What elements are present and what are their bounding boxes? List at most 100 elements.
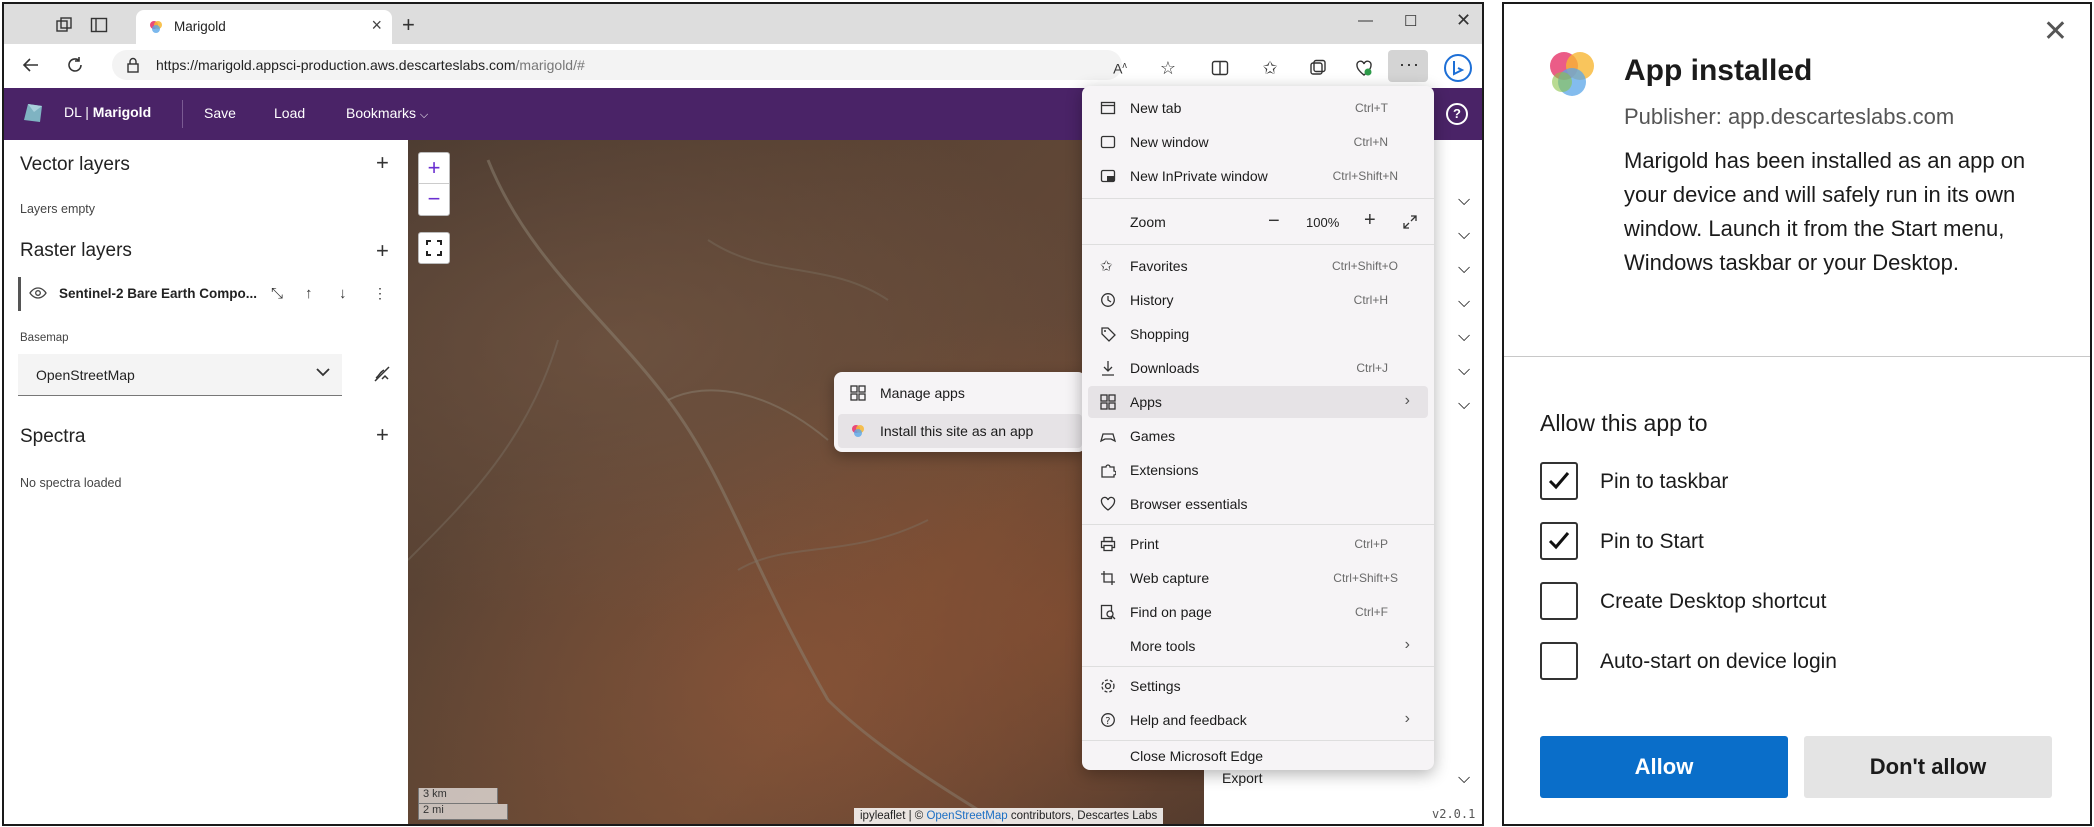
export-chevron-icon[interactable]: ⌵ xyxy=(1458,770,1470,788)
openstreetmap-link[interactable]: OpenStreetMap xyxy=(926,810,1007,822)
vector-layers-empty: Layers empty xyxy=(20,202,96,216)
extensions-puzzle-icon xyxy=(1100,462,1116,478)
menu-print[interactable]: Print Ctrl+P xyxy=(1088,528,1428,560)
basemap-select[interactable]: OpenStreetMap xyxy=(18,354,342,396)
chevron-down-icon xyxy=(316,367,330,377)
menu-browser-essentials[interactable]: Browser essentials xyxy=(1088,488,1428,520)
section-chevron-icon[interactable]: ⌵ xyxy=(1458,260,1470,278)
section-chevron-icon[interactable]: ⌵ xyxy=(1458,226,1470,244)
install-site-as-app-item[interactable]: Install this site as an app xyxy=(838,414,1082,448)
pin-start-label: Pin to Start xyxy=(1600,530,1704,553)
attribution-prefix: ipyleaflet | © xyxy=(860,810,927,822)
save-button[interactable]: Save xyxy=(204,105,236,121)
move-up-icon[interactable]: ↑ xyxy=(305,285,313,302)
checkbox-pin-to-start[interactable] xyxy=(1540,522,1578,560)
brand-name: Marigold xyxy=(92,104,152,120)
new-tab-icon xyxy=(1100,100,1116,116)
settings-and-more-button[interactable]: ··· xyxy=(1388,50,1428,82)
tab-close-icon[interactable]: × xyxy=(371,15,382,36)
zoom-out-button[interactable]: − xyxy=(419,184,449,215)
maximize-icon[interactable]: ☐ xyxy=(1404,12,1417,30)
section-chevron-icon[interactable]: ⌵ xyxy=(1458,192,1470,210)
section-chevron-icon[interactable]: ⌵ xyxy=(1458,396,1470,414)
load-button[interactable]: Load xyxy=(274,105,305,121)
favorites-label: Favorites xyxy=(1130,258,1188,274)
menu-more-tools[interactable]: More tools › xyxy=(1088,630,1428,662)
refresh-icon[interactable] xyxy=(64,54,86,76)
workspaces-icon[interactable] xyxy=(54,14,76,36)
marigold-favicon-icon xyxy=(148,19,164,35)
menu-new-inprivate-window[interactable]: New InPrivate window Ctrl+Shift+N xyxy=(1088,160,1428,192)
zoom-in-menu-button[interactable]: + xyxy=(1364,209,1376,232)
split-screen-icon[interactable] xyxy=(1208,56,1232,80)
minimize-icon[interactable]: — xyxy=(1358,12,1373,29)
history-label: History xyxy=(1130,292,1174,308)
collections-icon[interactable] xyxy=(1306,56,1330,80)
copilot-icon[interactable] xyxy=(1442,52,1474,84)
add-vector-layer-button[interactable]: + xyxy=(376,150,389,176)
address-bar[interactable]: https://marigold.appsci-production.aws.d… xyxy=(112,50,1122,80)
tab-marigold[interactable]: Marigold × xyxy=(136,10,392,44)
menu-close-edge[interactable]: Close Microsoft Edge xyxy=(1088,738,1428,770)
help-label: Help and feedback xyxy=(1130,712,1247,728)
add-raster-layer-button[interactable]: + xyxy=(376,238,389,264)
inprivate-label: New InPrivate window xyxy=(1130,168,1268,184)
menu-games[interactable]: Games xyxy=(1088,420,1428,452)
menu-extensions[interactable]: Extensions xyxy=(1088,454,1428,486)
checkbox-auto-start[interactable] xyxy=(1540,642,1578,680)
raster-layers-heading: Raster layers xyxy=(20,240,132,261)
dialog-close-icon[interactable]: ✕ xyxy=(2043,14,2068,49)
lock-icon[interactable] xyxy=(126,57,140,73)
menu-find-on-page[interactable]: Find on page Ctrl+F xyxy=(1088,596,1428,628)
zoom-in-button[interactable]: + xyxy=(419,153,449,184)
attribution-suffix: contributors, Descartes Labs xyxy=(1007,810,1158,822)
section-chevron-icon[interactable]: ⌵ xyxy=(1458,328,1470,346)
section-chevron-icon[interactable]: ⌵ xyxy=(1458,294,1470,312)
favorites-bar-icon[interactable]: ✩ xyxy=(1258,56,1282,80)
vertical-tabs-icon[interactable] xyxy=(88,14,110,36)
manage-apps-item[interactable]: Manage apps xyxy=(838,376,1082,410)
auto-start-label: Auto-start on device login xyxy=(1600,650,1837,673)
extensions-label: Extensions xyxy=(1130,462,1199,478)
menu-settings[interactable]: Settings xyxy=(1088,670,1428,702)
menu-apps[interactable]: Apps › xyxy=(1088,386,1428,418)
checkbox-pin-to-taskbar[interactable] xyxy=(1540,462,1578,500)
section-chevron-icon[interactable]: ⌵ xyxy=(1458,362,1470,380)
add-spectra-button[interactable]: + xyxy=(376,422,389,448)
visibility-eye-icon[interactable] xyxy=(29,286,47,300)
back-icon[interactable] xyxy=(20,54,42,76)
basemap-visibility-off-icon[interactable] xyxy=(372,364,392,384)
app-brand: DL | Marigold xyxy=(64,104,151,120)
help-button[interactable]: ? xyxy=(1446,103,1468,125)
export-section[interactable]: Export xyxy=(1222,770,1262,786)
menu-new-tab[interactable]: New tab Ctrl+T xyxy=(1088,92,1428,124)
allow-heading: Allow this app to xyxy=(1540,410,1708,436)
zoom-to-layer-icon[interactable]: ⤡ xyxy=(271,285,283,302)
layer-more-icon[interactable]: ⋮ xyxy=(373,285,387,302)
zoom-out-menu-button[interactable]: − xyxy=(1268,210,1280,233)
bookmarks-menu[interactable]: Bookmarks ⌵ xyxy=(346,105,428,122)
fullscreen-icon xyxy=(426,240,442,256)
window-close-icon[interactable]: ✕ xyxy=(1456,10,1471,31)
menu-downloads[interactable]: Downloads Ctrl+J xyxy=(1088,352,1428,384)
menu-help-and-feedback[interactable]: ? Help and feedback › xyxy=(1088,704,1428,736)
settings-label: Settings xyxy=(1130,678,1181,694)
fullscreen-menu-icon[interactable] xyxy=(1402,214,1418,230)
allow-button[interactable]: Allow xyxy=(1540,736,1788,798)
menu-web-capture[interactable]: Web capture Ctrl+Shift+S xyxy=(1088,562,1428,594)
app-installed-dialog: ✕ App installed Publisher: app.descartes… xyxy=(1502,2,2092,826)
basemap-label: Basemap xyxy=(20,332,69,344)
menu-shopping[interactable]: Shopping xyxy=(1088,318,1428,350)
read-aloud-icon[interactable]: Aʌ xyxy=(1108,56,1132,80)
browser-essentials-icon[interactable] xyxy=(1352,56,1376,80)
new-tab-button[interactable]: + xyxy=(402,12,415,38)
fullscreen-button[interactable] xyxy=(418,232,450,264)
menu-favorites[interactable]: ✩ Favorites Ctrl+Shift+O xyxy=(1088,250,1428,282)
dont-allow-button[interactable]: Don't allow xyxy=(1804,736,2052,798)
favorite-star-icon[interactable]: ☆ xyxy=(1156,56,1180,80)
move-down-icon[interactable]: ↓ xyxy=(339,285,347,302)
raster-layer-item[interactable]: Sentinel-2 Bare Earth Compo... ⤡ ↑ ↓ ⋮ xyxy=(18,277,398,311)
checkbox-create-desktop-shortcut[interactable] xyxy=(1540,582,1578,620)
menu-new-window[interactable]: New window Ctrl+N xyxy=(1088,126,1428,158)
menu-history[interactable]: History Ctrl+H xyxy=(1088,284,1428,316)
